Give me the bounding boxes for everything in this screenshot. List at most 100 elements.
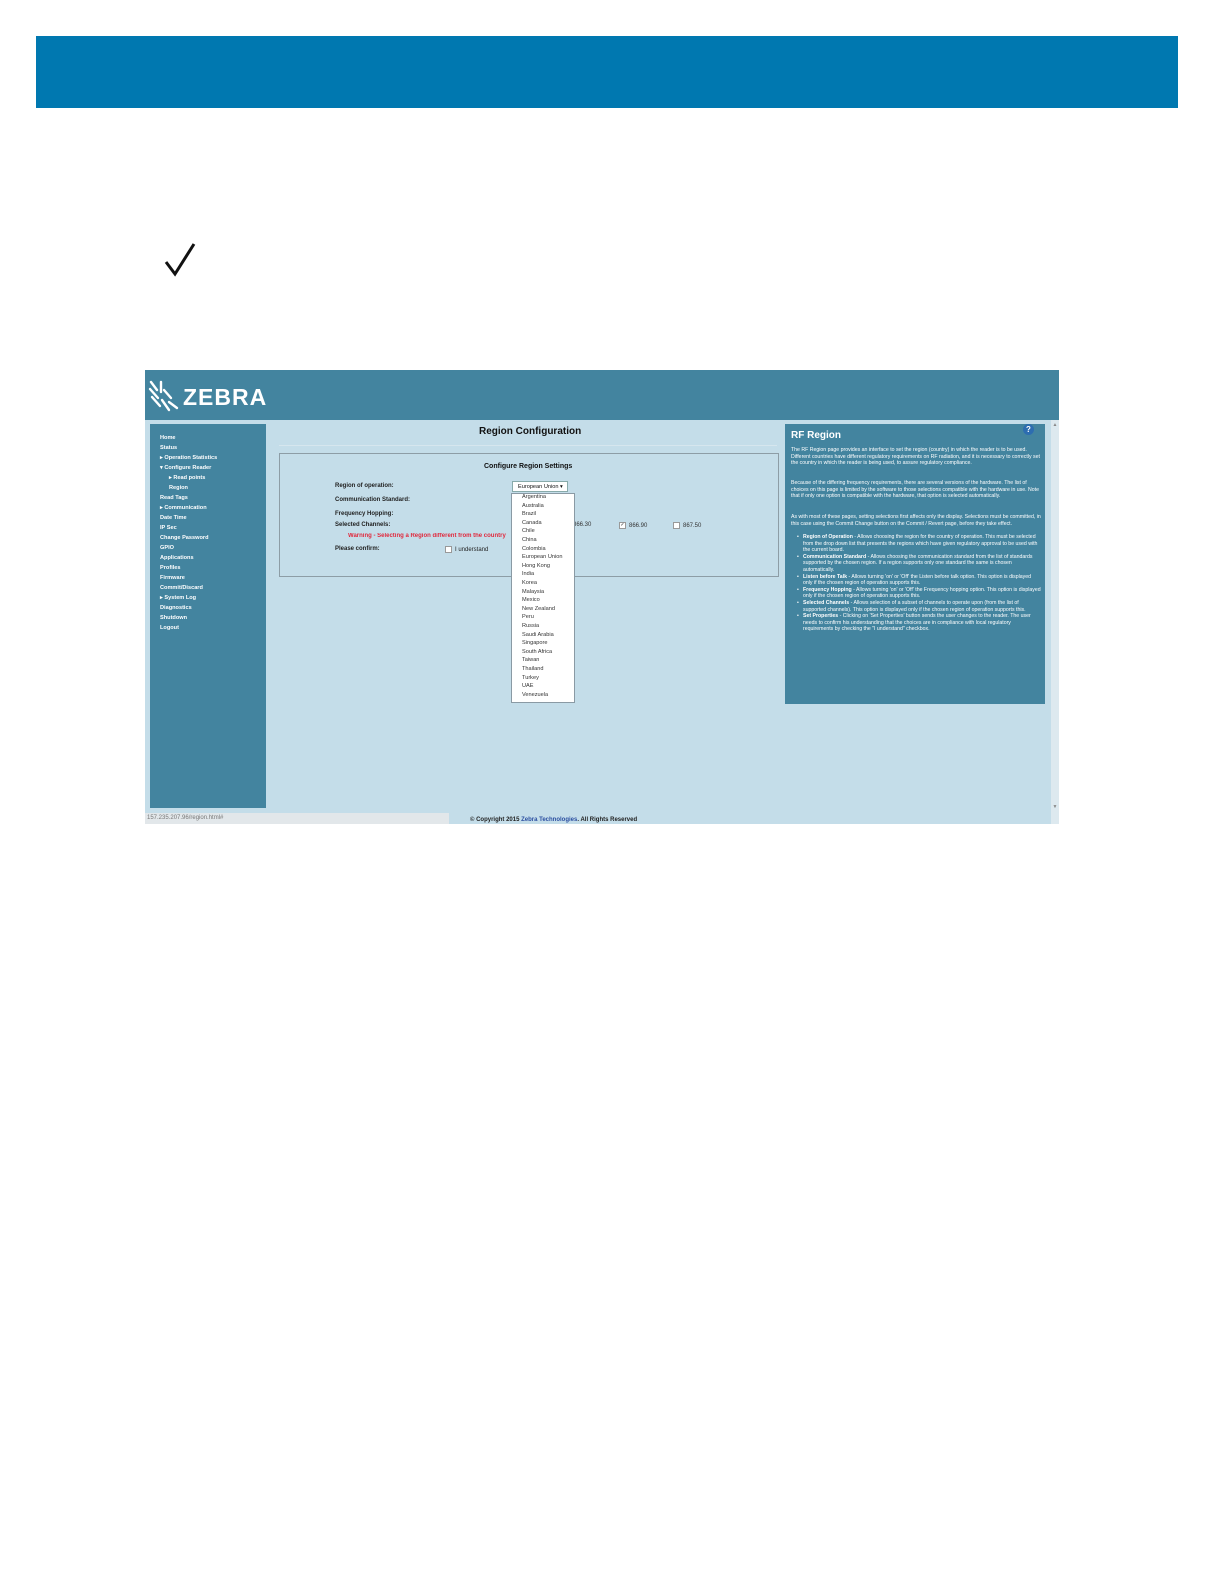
channel-3-value: 867.50: [683, 523, 702, 530]
nav-operation-statistics[interactable]: ▸ Operation Statistics: [160, 455, 217, 462]
channel-2[interactable]: ✓ 866.90: [619, 522, 647, 529]
nav-shutdown[interactable]: Shutdown: [160, 615, 187, 622]
help-panel: RF Region ? The RF Region page provides …: [785, 424, 1045, 704]
help-paragraph-2: Because of the differing frequency requi…: [791, 480, 1039, 500]
sidebar: Home Status ▸ Operation Statistics ▾ Con…: [150, 424, 266, 808]
nav-gpio[interactable]: GPIO: [160, 545, 174, 552]
dropdown-option[interactable]: Colombia: [522, 546, 546, 553]
dropdown-option[interactable]: India: [522, 571, 534, 578]
help-list-item: Set Properties - Clicking on 'Set Proper…: [797, 613, 1041, 633]
caret-right-icon: ▸: [160, 505, 163, 511]
page-title: Region Configuration: [479, 426, 582, 437]
zebra-head-icon: [148, 380, 179, 412]
dropdown-option[interactable]: China: [522, 537, 537, 544]
help-question-icon[interactable]: ?: [1023, 424, 1034, 435]
scroll-down-icon[interactable]: ▼: [1051, 804, 1059, 810]
chevron-down-icon: ▾: [560, 484, 563, 490]
nav-commit-discard[interactable]: Commit/Discard: [160, 585, 203, 592]
status-url-bar: 157.235.207.96/region.html#: [145, 813, 449, 824]
dropdown-option[interactable]: Taiwan: [522, 657, 539, 664]
dropdown-option[interactable]: Australia: [522, 503, 544, 510]
nav-logout[interactable]: Logout: [160, 625, 179, 632]
caret-right-icon: ▸: [160, 595, 163, 601]
dropdown-option[interactable]: UAE: [522, 683, 534, 690]
dropdown-option[interactable]: Venezuela: [522, 692, 548, 699]
zebra-logo: ZEBRA: [147, 378, 267, 414]
reader-web-ui-screenshot: ZEBRA ▲ ▼ Home Status ▸ Operation Statis…: [145, 370, 1059, 824]
dropdown-option[interactable]: South Africa: [522, 649, 552, 656]
dropdown-option[interactable]: Russia: [522, 623, 539, 630]
nav-region[interactable]: Region: [169, 485, 188, 492]
region-select[interactable]: European Union ▾: [512, 481, 568, 492]
dropdown-option[interactable]: Brazil: [522, 511, 536, 518]
help-desc: - Clicking on 'Set Properties' button se…: [803, 613, 1031, 633]
help-paragraph-1: The RF Region page provides an interface…: [791, 447, 1040, 467]
dropdown-option[interactable]: Korea: [522, 580, 537, 587]
nav-applications[interactable]: Applications: [160, 555, 194, 562]
communication-standard-label: Communication Standard:: [335, 497, 411, 503]
help-list-item: Region of Operation - Allows choosing th…: [797, 534, 1041, 554]
zebra-header: ZEBRA: [145, 370, 1059, 420]
frequency-hopping-label: Frequency Hopping:: [335, 511, 394, 517]
dropdown-option[interactable]: Mexico: [522, 597, 540, 604]
page-scrollbar[interactable]: ▲ ▼: [1051, 420, 1059, 824]
help-term: Set Properties: [803, 613, 839, 620]
config-box-title: Configure Region Settings: [484, 463, 573, 470]
channel-2-checkbox[interactable]: ✓: [619, 522, 626, 529]
help-paragraph-3: As with most of these pages, setting sel…: [791, 514, 1041, 527]
document-header-bar: [36, 36, 1178, 108]
help-term: Listen before Talk: [803, 573, 848, 580]
dropdown-option[interactable]: Saudi Arabia: [522, 632, 554, 639]
please-confirm-label: Please confirm:: [335, 546, 380, 552]
caret-right-icon: ▸: [160, 455, 163, 461]
nav-communication[interactable]: ▸ Communication: [160, 505, 207, 512]
dropdown-option[interactable]: Canada: [522, 520, 542, 527]
region-warning: Warning - Selecting a Region different f…: [348, 533, 506, 539]
footer-prefix: © Copyright 2015: [470, 817, 522, 823]
nav-diagnostics[interactable]: Diagnostics: [160, 605, 192, 612]
nav-read-tags[interactable]: Read Tags: [160, 495, 188, 502]
checkmark-icon: [164, 243, 196, 277]
nav-firmware[interactable]: Firmware: [160, 575, 185, 582]
dropdown-option[interactable]: Thailand: [522, 666, 543, 673]
nav-status[interactable]: Status: [160, 445, 177, 452]
zebra-link[interactable]: Zebra Technologies: [521, 817, 577, 823]
nav-change-password[interactable]: Change Password: [160, 535, 209, 542]
confirm-checkbox-row[interactable]: I understand: [445, 546, 488, 553]
nav-label: Configure Reader: [164, 465, 212, 471]
confirm-checkbox[interactable]: [445, 546, 452, 553]
nav-label: System Log: [164, 595, 197, 601]
help-list-item: Communication Standard - Allows choosing…: [797, 553, 1041, 574]
dropdown-option[interactable]: Singapore: [522, 640, 548, 647]
channel-3-checkbox[interactable]: [673, 522, 680, 529]
dropdown-option[interactable]: Malaysia: [522, 589, 544, 596]
channel-1-value: 866.30: [573, 522, 592, 528]
dropdown-option[interactable]: Chile: [522, 528, 535, 535]
dropdown-option[interactable]: Argentina: [522, 494, 546, 501]
nav-read-points[interactable]: ▸ Read points: [169, 475, 205, 482]
caret-down-icon: ▾: [160, 465, 163, 471]
help-term: Communication Standard: [803, 553, 867, 560]
help-term: Frequency Hopping: [803, 586, 852, 593]
channel-3[interactable]: 867.50: [673, 522, 701, 529]
scroll-up-icon[interactable]: ▲: [1051, 422, 1059, 428]
region-select-value: European Union: [518, 484, 559, 490]
nav-ip-sec[interactable]: IP Sec: [160, 525, 177, 532]
nav-system-log[interactable]: ▸ System Log: [160, 595, 196, 602]
dropdown-option[interactable]: European Union: [522, 554, 562, 561]
dropdown-option[interactable]: Turkey: [522, 675, 539, 682]
title-divider: [279, 445, 777, 446]
region-dropdown-list: Argentina Australia Brazil Canada Chile …: [511, 493, 575, 703]
nav-home[interactable]: Home: [160, 435, 176, 442]
help-list: Region of Operation - Allows choosing th…: [797, 534, 1041, 633]
nav-label: Communication: [164, 505, 207, 511]
channel-1[interactable]: 866.30: [573, 522, 591, 528]
zebra-logo-text: ZEBRA: [183, 384, 268, 410]
nav-profiles[interactable]: Profiles: [160, 565, 181, 572]
dropdown-option[interactable]: Peru: [522, 614, 534, 621]
nav-date-time[interactable]: Date Time: [160, 515, 187, 522]
nav-configure-reader[interactable]: ▾ Configure Reader: [160, 465, 211, 472]
dropdown-option[interactable]: Hong Kong: [522, 563, 550, 570]
nav-label: Operation Statistics: [164, 455, 218, 461]
dropdown-option[interactable]: New Zealand: [522, 606, 555, 613]
